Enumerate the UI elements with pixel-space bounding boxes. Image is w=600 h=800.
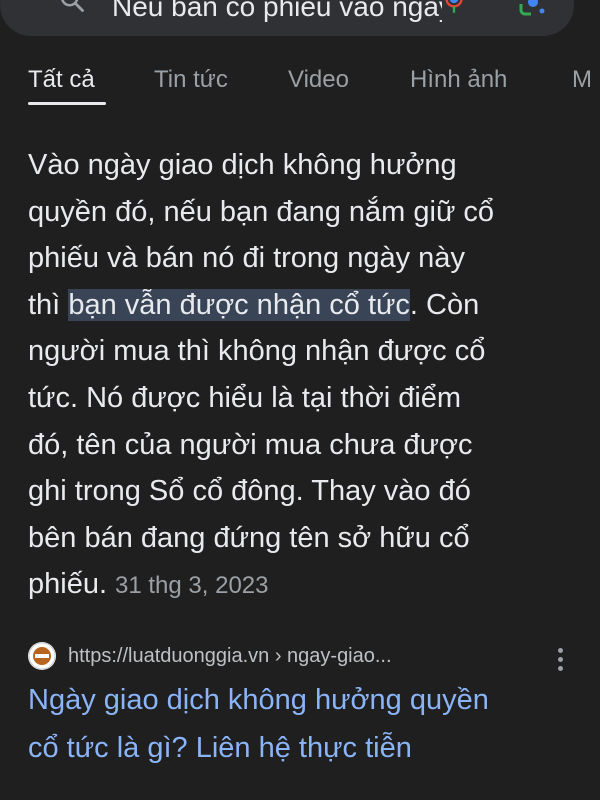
snippet-date: 31 thg 3, 2023 xyxy=(115,572,269,600)
snippet-line: người mua thì không nhận được cổ xyxy=(28,335,486,368)
result-title-line[interactable]: cổ tức là gì? Liên hệ thực tiễn xyxy=(28,724,588,772)
microphone-icon[interactable] xyxy=(440,0,468,16)
snippet-line: phiếu. 31 thg 3, 2023 xyxy=(28,561,573,610)
snippet-text: . Còn xyxy=(409,288,480,321)
snippet-line: thì bạn vẫn được nhận cổ tức. Còn xyxy=(28,282,573,329)
result-source[interactable]: https://luatduonggia.vn › ngay-giao... xyxy=(28,640,588,676)
snippet-line: tức. Nó được hiểu là tại thời điểm xyxy=(28,381,462,414)
result-title-line[interactable]: Ngày giao dịch không hưởng quyền xyxy=(28,676,588,724)
snippet-text: thì xyxy=(28,288,69,321)
source-url[interactable]: https://luatduonggia.vn › ngay-giao... xyxy=(68,642,392,670)
tab-images[interactable]: Hình ảnh xyxy=(410,64,507,96)
snippet-line: Vào ngày giao dịch không hưởng xyxy=(28,149,457,181)
snippet-text: phiếu. xyxy=(28,568,108,601)
featured-snippet: Vào ngày giao dịch không hưởng quyền đó,… xyxy=(28,142,573,610)
site-favicon-icon xyxy=(28,642,56,670)
more-options-icon[interactable] xyxy=(558,648,566,674)
search-results-page: Nếu bán cổ phiếu vào ngày giao dịch khôn… xyxy=(0,0,600,800)
snippet-line: bên bán đang đứng tên sở hữu cổ xyxy=(28,521,470,554)
snippet-line: phiếu và bán nó đi trong ngày này xyxy=(28,242,465,275)
snippet-line: đó, tên của người mua chưa được xyxy=(28,428,473,461)
result-title-link[interactable]: Ngày giao dịch không hưởng quyền cổ tức … xyxy=(28,676,588,772)
tab-news[interactable]: Tin tức xyxy=(154,64,228,96)
search-tabs: Tất cả Tin tức Video Hình ảnh M xyxy=(0,58,600,106)
active-tab-indicator xyxy=(28,102,106,105)
search-bar[interactable]: Nếu bán cổ phiếu vào ngày giao dịch khôn… xyxy=(0,0,574,36)
tab-more[interactable]: M xyxy=(572,64,592,96)
search-icon[interactable] xyxy=(58,0,86,14)
snippet-line: ghi trong Sổ cổ đông. Thay vào đó xyxy=(28,475,471,508)
google-lens-icon[interactable] xyxy=(517,0,549,18)
snippet-line: quyền đó, nếu bạn đang nắm giữ cổ xyxy=(28,195,495,228)
snippet-highlight: bạn vẫn được nhận cổ tức xyxy=(68,288,410,321)
search-input[interactable]: Nếu bán cổ phiếu vào ngày giao dịch khôn… xyxy=(112,0,442,24)
tab-video[interactable]: Video xyxy=(288,64,349,96)
tab-all[interactable]: Tất cả xyxy=(28,64,95,96)
